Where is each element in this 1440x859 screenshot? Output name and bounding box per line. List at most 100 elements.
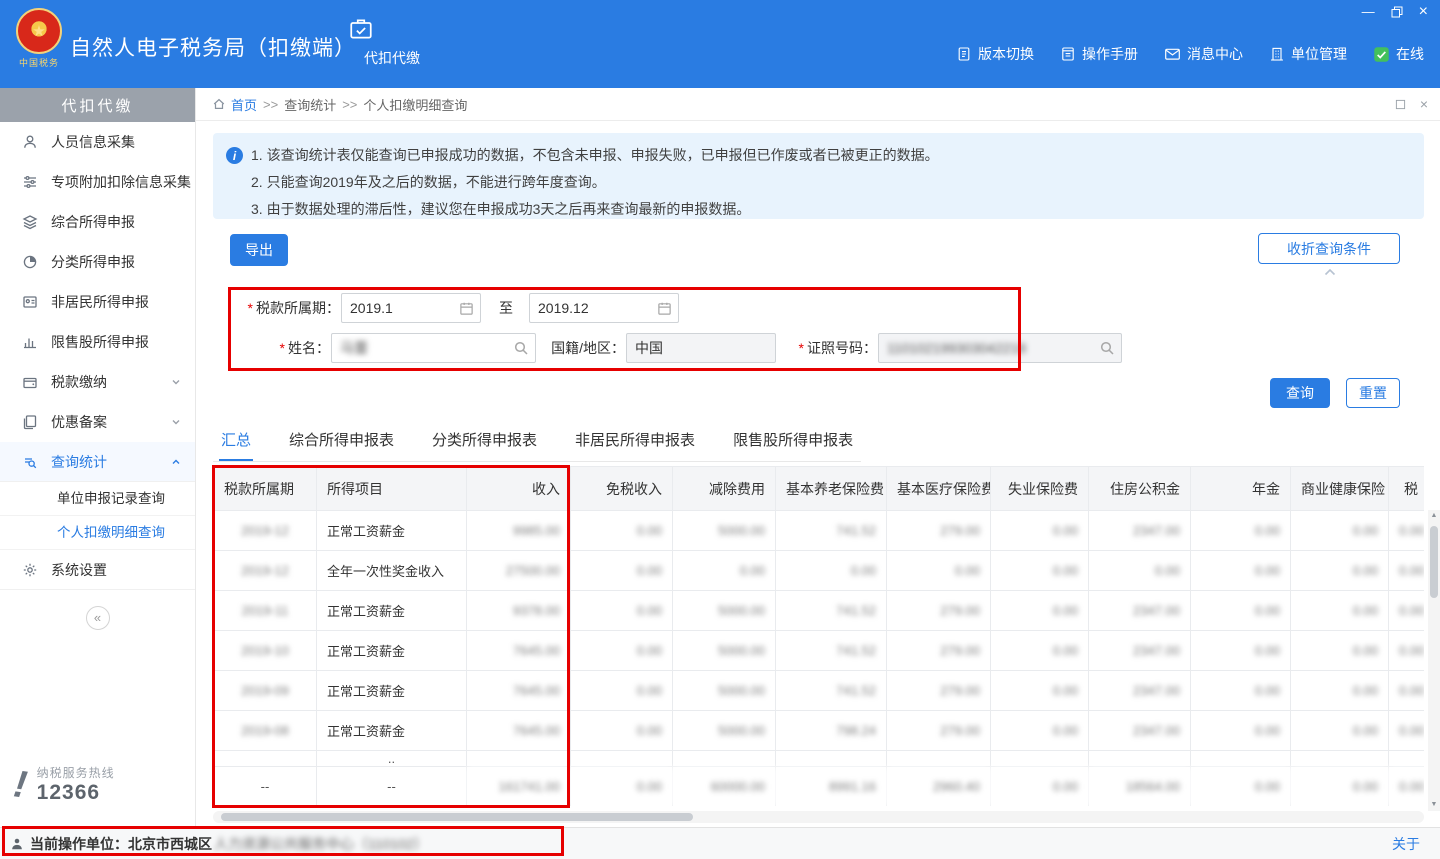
search-icon[interactable]	[1099, 340, 1115, 356]
app-title: 自然人电子税务局（扣缴端）	[70, 32, 356, 62]
sidebar-item-nonresident-income[interactable]: 非居民所得申报	[0, 282, 195, 322]
sidebar-subitem-unit-declaration-query[interactable]: 单位申报记录查询	[0, 482, 195, 516]
name-input[interactable]	[331, 333, 536, 363]
about-link[interactable]: 关于	[1392, 834, 1420, 854]
column-header: 所得项目	[317, 467, 467, 511]
query-button[interactable]: 查询	[1270, 378, 1330, 408]
table-row: 2019-09正常工资薪金7645.000.005000.00741.52279…	[214, 671, 1425, 711]
reset-button[interactable]: 重置	[1346, 378, 1400, 408]
tab-withholding-module[interactable]: 代扣代缴	[348, 16, 436, 68]
sidebar-subitem-personal-withholding-query[interactable]: 个人扣缴明细查询	[0, 516, 195, 550]
scroll-up-icon[interactable]: ▲	[1431, 511, 1438, 521]
calendar-icon[interactable]	[459, 301, 474, 316]
period-from-field[interactable]	[350, 300, 455, 316]
table-cell: 0.00	[1191, 511, 1291, 551]
sidebar-item-label: 综合所得申报	[51, 212, 135, 232]
id-number-field[interactable]	[887, 340, 1095, 356]
export-button[interactable]: 导出	[230, 234, 288, 266]
hotline-number: 12366	[37, 781, 115, 805]
breadcrumb-home-link[interactable]: 首页	[231, 95, 257, 114]
nav-message-center[interactable]: 消息中心	[1164, 44, 1243, 64]
table-cell: 741.52	[776, 511, 887, 551]
sidebar-item-special-deduction[interactable]: 专项附加扣除信息采集	[0, 162, 195, 202]
page-close-icon[interactable]: ×	[1420, 98, 1428, 110]
nav-manual[interactable]: 操作手册	[1060, 44, 1138, 64]
id-number-input[interactable]	[878, 333, 1122, 363]
nav-version-switch[interactable]: 版本切换	[956, 44, 1034, 64]
period-to-input[interactable]	[529, 293, 679, 323]
documents-icon	[22, 414, 38, 430]
table-cell	[1089, 751, 1191, 767]
period-to-field[interactable]	[538, 300, 653, 316]
table-cell: 7645.00	[467, 671, 571, 711]
table-cell: 5000.00	[673, 591, 776, 631]
column-header: 基本养老保险费	[776, 467, 887, 511]
sidebar-item-restricted-shares[interactable]: 限售股所得申报	[0, 322, 195, 362]
wallet-icon	[22, 374, 38, 390]
sidebar-collapse-button[interactable]: «	[86, 606, 110, 630]
tab-classified-income[interactable]: 分类所得申报表	[430, 423, 539, 461]
tab-comprehensive-income[interactable]: 综合所得申报表	[287, 423, 396, 461]
period-from-input[interactable]	[341, 293, 481, 323]
table-cell: 0.00	[1389, 591, 1425, 631]
sidebar-item-system-settings[interactable]: 系统设置	[0, 550, 195, 590]
nav-online-status[interactable]: 在线	[1373, 44, 1424, 64]
operator-person-icon	[10, 837, 24, 851]
tab-nonresident-income[interactable]: 非居民所得申报表	[573, 423, 697, 461]
nav-label: 操作手册	[1082, 44, 1138, 64]
table-cell: 2019-11	[214, 591, 317, 631]
search-icon[interactable]	[513, 340, 529, 356]
nav-unit-management[interactable]: 单位管理	[1269, 44, 1347, 64]
nationality-label: 国籍/地区：	[541, 333, 625, 363]
sidebar-item-label: 非居民所得申报	[51, 292, 149, 312]
table-cell: 2019-12	[214, 511, 317, 551]
restore-icon[interactable]	[1391, 6, 1403, 18]
table-cell: 0.00	[1291, 767, 1389, 807]
nav-label: 版本切换	[978, 44, 1034, 64]
table-cell: 5000.00	[673, 511, 776, 551]
page-restore-icon[interactable]	[1395, 99, 1406, 110]
sidebar-item-tax-payment[interactable]: 税款缴纳	[0, 362, 195, 402]
name-label: *姓名：	[246, 333, 330, 363]
bar-chart-icon	[22, 334, 38, 350]
table-cell: 全年一次性奖金收入	[317, 551, 467, 591]
minimize-icon[interactable]: —	[1362, 5, 1375, 19]
required-mark: *	[248, 300, 253, 316]
scroll-down-icon[interactable]: ▼	[1431, 800, 1438, 810]
sidebar-item-query-statistics[interactable]: 查询统计	[0, 442, 195, 482]
star-icon: ★	[32, 22, 45, 40]
table-cell: 0.00	[991, 631, 1089, 671]
tab-summary[interactable]: 汇总	[219, 423, 253, 461]
nationality-input[interactable]	[626, 333, 776, 363]
table-cell: 7645.00	[467, 711, 571, 751]
collapse-query-button[interactable]: 收折查询条件	[1258, 233, 1400, 264]
close-icon[interactable]: ×	[1419, 5, 1428, 19]
manual-icon	[1060, 46, 1076, 62]
column-header: 免税收入	[571, 467, 673, 511]
table-cell: 0.00	[1291, 631, 1389, 671]
gear-icon	[22, 562, 38, 578]
calendar-icon[interactable]	[657, 301, 672, 316]
vertical-scrollbar-thumb[interactable]	[1430, 526, 1438, 598]
table-cell: 0.00	[571, 511, 673, 551]
table-cell: ..	[317, 751, 467, 767]
nationality-field[interactable]	[635, 340, 769, 356]
table-cell: 2019-09	[214, 671, 317, 711]
breadcrumb-crumb-current: 个人扣缴明细查询	[363, 95, 467, 114]
sidebar-item-classified-income[interactable]: 分类所得申报	[0, 242, 195, 282]
nav-label: 单位管理	[1291, 44, 1347, 64]
vertical-scrollbar[interactable]: ▲ ▼	[1428, 510, 1440, 811]
sidebar-item-preferential-filing[interactable]: 优惠备案	[0, 402, 195, 442]
sidebar-item-personnel-info[interactable]: 人员信息采集	[0, 122, 195, 162]
horizontal-scrollbar[interactable]	[213, 811, 1424, 823]
operator-unit-redacted: 人力资源公共服务中心（110102）	[214, 834, 428, 854]
building-icon	[1269, 46, 1285, 62]
horizontal-scrollbar-thumb[interactable]	[221, 813, 693, 821]
table-cell: 0.00	[991, 767, 1089, 807]
tab-restricted-shares[interactable]: 限售股所得申报表	[731, 423, 855, 461]
notice-box: i 1. 该查询统计表仅能查询已申报成功的数据，不包含未申报、申报失败，已申报但…	[213, 133, 1424, 219]
name-field[interactable]	[340, 340, 509, 356]
sidebar-item-comprehensive-income[interactable]: 综合所得申报	[0, 202, 195, 242]
table-cell: --	[317, 767, 467, 807]
column-header: 税款所属期	[214, 467, 317, 511]
